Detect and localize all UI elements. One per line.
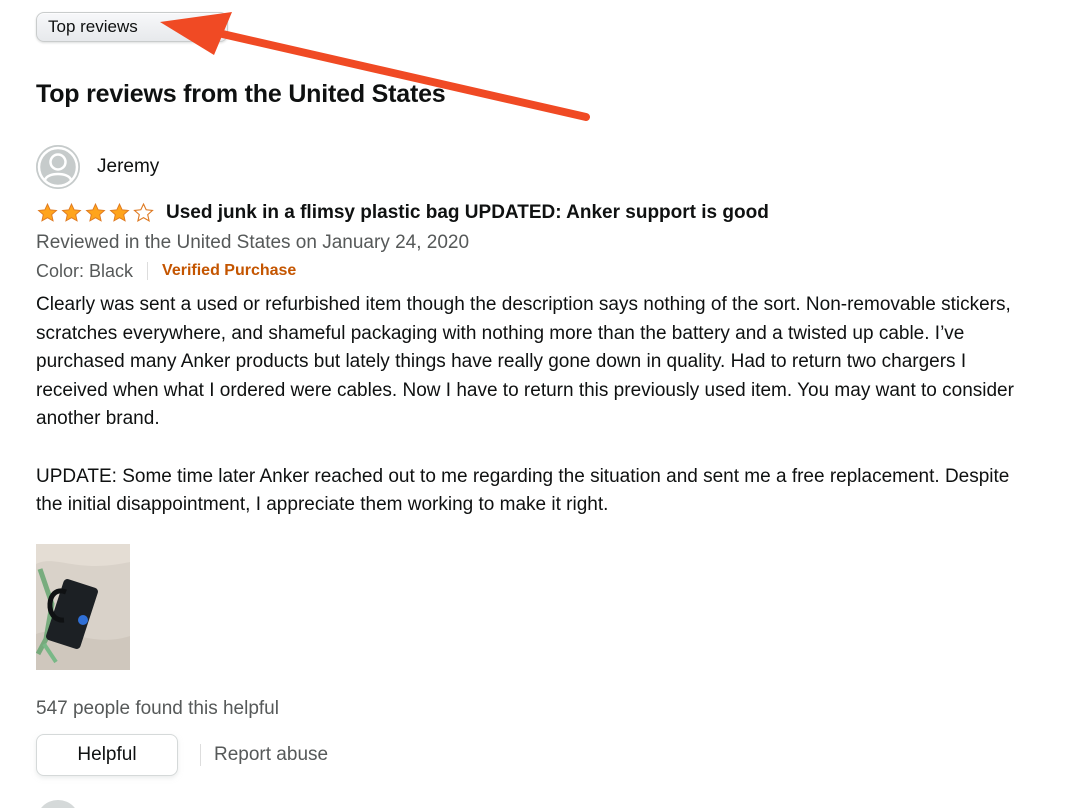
star-empty-icon xyxy=(133,202,154,222)
review-format-row: Color: Black Verified Purchase xyxy=(36,257,1036,285)
next-review-avatar xyxy=(36,800,80,808)
star-filled-icon xyxy=(85,202,106,222)
review-card: Jeremy Used junk in a flimsy plastic bag… xyxy=(36,144,1036,776)
report-abuse-link[interactable]: Report abuse xyxy=(214,744,328,766)
section-title: Top reviews from the United States xyxy=(36,80,446,108)
reviewer-name: Jeremy xyxy=(97,156,160,177)
chevron-down-icon xyxy=(206,23,218,31)
star-rating[interactable] xyxy=(36,202,155,224)
format-divider xyxy=(147,262,149,280)
star-filled-icon xyxy=(61,202,82,222)
reviews-page: Top reviews Top reviews from the United … xyxy=(0,0,1080,808)
review-date: Reviewed in the United States on January… xyxy=(36,232,470,253)
review-body: Clearly was sent a used or refurbished i… xyxy=(36,291,1016,520)
star-filled-icon xyxy=(109,202,130,222)
review-body-paragraph: UPDATE: Some time later Anker reached ou… xyxy=(36,465,1010,516)
sort-selected-value: Top reviews xyxy=(48,17,138,36)
sort-dropdown[interactable]: Top reviews xyxy=(36,12,228,42)
avatar xyxy=(36,145,80,189)
star-filled-icon xyxy=(37,202,58,222)
default-avatar-icon xyxy=(36,145,80,189)
review-body-paragraph: Clearly was sent a used or refurbished i… xyxy=(36,294,1014,430)
color-variant[interactable]: Color: Black xyxy=(36,257,133,285)
helpful-button[interactable]: Helpful xyxy=(36,733,178,776)
helpful-count: 547 people found this helpful xyxy=(36,697,279,719)
action-divider xyxy=(200,743,201,766)
review-title[interactable]: Used junk in a flimsy plastic bag UPDATE… xyxy=(166,202,769,224)
review-title-row: Used junk in a flimsy plastic bag UPDATE… xyxy=(36,200,1036,226)
review-photo-thumbnail[interactable] xyxy=(36,543,130,670)
review-actions: Helpful Report abuse xyxy=(36,733,1036,776)
verified-purchase-badge: Verified Purchase xyxy=(162,262,297,279)
reviewer-profile[interactable]: Jeremy xyxy=(36,144,1036,190)
